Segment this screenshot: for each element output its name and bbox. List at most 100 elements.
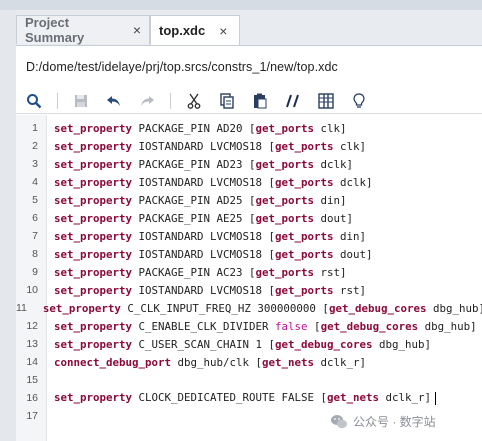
code-line[interactable]: 16 set_property CLOCK_DEDICATED_ROUTE FAL… bbox=[16, 389, 482, 407]
code-argument: dclk] bbox=[333, 175, 373, 189]
code-text: set_property IOSTANDARD LVCMOS18 [get_po… bbox=[54, 140, 366, 153]
line-number: 9 bbox=[32, 266, 38, 278]
text-caret bbox=[435, 391, 437, 405]
code-text: set_property IOSTANDARD LVCMOS18 [get_po… bbox=[54, 176, 373, 189]
line-number: 5 bbox=[32, 194, 38, 206]
code-text: set_property IOSTANDARD LVCMOS18 [get_po… bbox=[54, 248, 373, 261]
tcl-command: get_debug_cores bbox=[320, 319, 419, 333]
lightbulb-icon[interactable] bbox=[349, 91, 369, 111]
code-argument: PACKAGE_PIN AE25 [ bbox=[132, 211, 256, 225]
tcl-keyword: connect_debug_port bbox=[54, 355, 172, 369]
close-icon[interactable]: × bbox=[219, 23, 227, 39]
tab-project-summary[interactable]: Project Summary × bbox=[16, 15, 150, 45]
paste-icon[interactable] bbox=[250, 91, 270, 111]
tcl-command: get_ports bbox=[275, 283, 334, 297]
code-line[interactable]: 8 set_property IOSTANDARD LVCMOS18 [get_p… bbox=[16, 245, 482, 263]
line-number: 2 bbox=[32, 140, 38, 152]
close-icon[interactable]: × bbox=[133, 22, 141, 38]
tcl-keyword: set_property bbox=[54, 139, 133, 153]
code-line[interactable]: 14 connect_debug_port dbg_hub/clk [get_ne… bbox=[16, 353, 482, 371]
code-line[interactable]: 6 set_property PACKAGE_PIN AE25 [get_port… bbox=[16, 209, 482, 227]
wechat-icon bbox=[331, 414, 347, 428]
cut-icon[interactable] bbox=[184, 91, 204, 111]
code-argument: IOSTANDARD LVCMOS18 [ bbox=[132, 247, 276, 261]
editor-tab-strip: Project Summary × top.xdc × bbox=[16, 10, 482, 46]
code-argument: IOSTANDARD LVCMOS18 [ bbox=[132, 175, 276, 189]
code-argument: dclk_r] bbox=[379, 391, 432, 405]
code-argument: clk] bbox=[333, 139, 367, 153]
line-number: 6 bbox=[32, 212, 38, 224]
search-icon[interactable] bbox=[24, 91, 44, 111]
code-line[interactable]: 5 set_property PACKAGE_PIN AD25 [get_port… bbox=[16, 191, 482, 209]
code-argument: PACKAGE_PIN AC23 [ bbox=[132, 265, 256, 279]
code-text: set_property C_CLK_INPUT_FREQ_HZ 3000000… bbox=[43, 302, 482, 315]
tcl-command: get_ports bbox=[255, 193, 315, 207]
toolbar-separator bbox=[170, 92, 171, 109]
line-number: 17 bbox=[26, 410, 38, 422]
tab-label: Project Summary bbox=[25, 15, 85, 45]
undo-icon[interactable] bbox=[104, 91, 124, 111]
code-line[interactable]: 12 set_property C_ENABLE_CLK_DIVIDER fals… bbox=[16, 317, 482, 335]
watermark-text: 公众号 · 数字站 bbox=[353, 415, 436, 429]
watermark: 公众号 · 数字站 bbox=[330, 413, 436, 430]
tcl-keyword: set_property bbox=[54, 211, 133, 225]
code-line[interactable]: 1 set_property PACKAGE_PIN AD20 [get_port… bbox=[16, 119, 482, 137]
code-line[interactable]: 10 set_property IOSTANDARD LVCMOS18 [get_… bbox=[16, 281, 482, 299]
code-argument: rst] bbox=[314, 265, 347, 279]
code-argument: IOSTANDARD LVCMOS18 [ bbox=[132, 229, 276, 243]
code-argument: PACKAGE_PIN AD25 [ bbox=[132, 193, 256, 207]
tcl-keyword: set_property bbox=[54, 319, 133, 333]
tcl-keyword: set_property bbox=[54, 229, 133, 243]
code-text: set_property PACKAGE_PIN AE25 [get_ports… bbox=[54, 212, 353, 225]
code-argument: dout] bbox=[314, 211, 354, 225]
line-number: 16 bbox=[26, 392, 38, 404]
code-text: set_property PACKAGE_PIN AD25 [get_ports… bbox=[54, 194, 347, 207]
copy-icon[interactable] bbox=[217, 91, 237, 111]
code-argument: dbg_hub/clk [ bbox=[171, 355, 263, 369]
file-path: D:/dome/test/idelaye/prj/top.srcs/constr… bbox=[16, 46, 482, 88]
code-line[interactable]: 13 set_property C_USER_SCAN_CHAIN 1 [get_… bbox=[16, 335, 482, 353]
line-number: 10 bbox=[26, 284, 38, 296]
code-argument: dclk_r] bbox=[314, 355, 367, 369]
code-argument: rst] bbox=[333, 283, 367, 297]
columns-icon[interactable] bbox=[316, 91, 336, 111]
code-line[interactable]: 3 set_property PACKAGE_PIN AD23 [get_port… bbox=[16, 155, 482, 173]
tcl-command: get_ports bbox=[255, 121, 315, 135]
code-line[interactable]: 7 set_property IOSTANDARD LVCMOS18 [get_p… bbox=[16, 227, 482, 245]
comment-icon[interactable] bbox=[283, 91, 303, 111]
redo-icon[interactable] bbox=[137, 91, 157, 111]
editor-toolbar bbox=[16, 88, 482, 114]
tcl-command: get_debug_cores bbox=[275, 337, 373, 351]
code-argument: din] bbox=[314, 193, 347, 207]
tab-top-xdc[interactable]: top.xdc × bbox=[150, 15, 240, 45]
tcl-command: get_ports bbox=[275, 139, 334, 153]
tcl-keyword: set_property bbox=[42, 301, 121, 315]
line-number: 12 bbox=[26, 320, 38, 332]
code-text: set_property C_ENABLE_CLK_DIVIDER false … bbox=[54, 320, 477, 333]
code-line[interactable]: 11 set_property C_CLK_INPUT_FREQ_HZ 30000… bbox=[16, 299, 482, 317]
tcl-keyword: set_property bbox=[54, 265, 133, 279]
tcl-command: get_ports bbox=[275, 229, 334, 243]
code-line[interactable]: 2 set_property IOSTANDARD LVCMOS18 [get_p… bbox=[16, 137, 482, 155]
code-text: set_property IOSTANDARD LVCMOS18 [get_po… bbox=[54, 284, 366, 297]
line-number: 1 bbox=[32, 122, 38, 134]
code-line[interactable]: 4 set_property IOSTANDARD LVCMOS18 [get_p… bbox=[16, 173, 482, 191]
tcl-keyword: set_property bbox=[54, 157, 133, 171]
line-number: 8 bbox=[32, 248, 38, 260]
tcl-keyword: set_property bbox=[54, 121, 133, 135]
code-argument: clk] bbox=[314, 121, 347, 135]
tcl-keyword: set_property bbox=[54, 283, 133, 297]
line-number: 14 bbox=[26, 356, 38, 368]
code-editor[interactable]: 1 set_property PACKAGE_PIN AD20 [get_port… bbox=[16, 115, 482, 441]
code-argument: dbg_hub] bbox=[418, 319, 477, 333]
code-text: set_property PACKAGE_PIN AD20 [get_ports… bbox=[54, 122, 347, 135]
save-icon[interactable] bbox=[71, 91, 91, 111]
tcl-command: get_nets bbox=[327, 391, 380, 405]
code-text: set_property CLOCK_DEDICATED_ROUTE FALSE… bbox=[54, 391, 437, 405]
line-number: 15 bbox=[26, 374, 38, 386]
code-argument: IOSTANDARD LVCMOS18 [ bbox=[132, 139, 276, 153]
code-line[interactable]: 15 bbox=[16, 371, 482, 389]
code-line[interactable]: 9 set_property PACKAGE_PIN AC23 [get_port… bbox=[16, 263, 482, 281]
tcl-keyword: set_property bbox=[54, 337, 133, 351]
code-argument: C_CLK_INPUT_FREQ_HZ 300000000 [ bbox=[120, 301, 329, 315]
